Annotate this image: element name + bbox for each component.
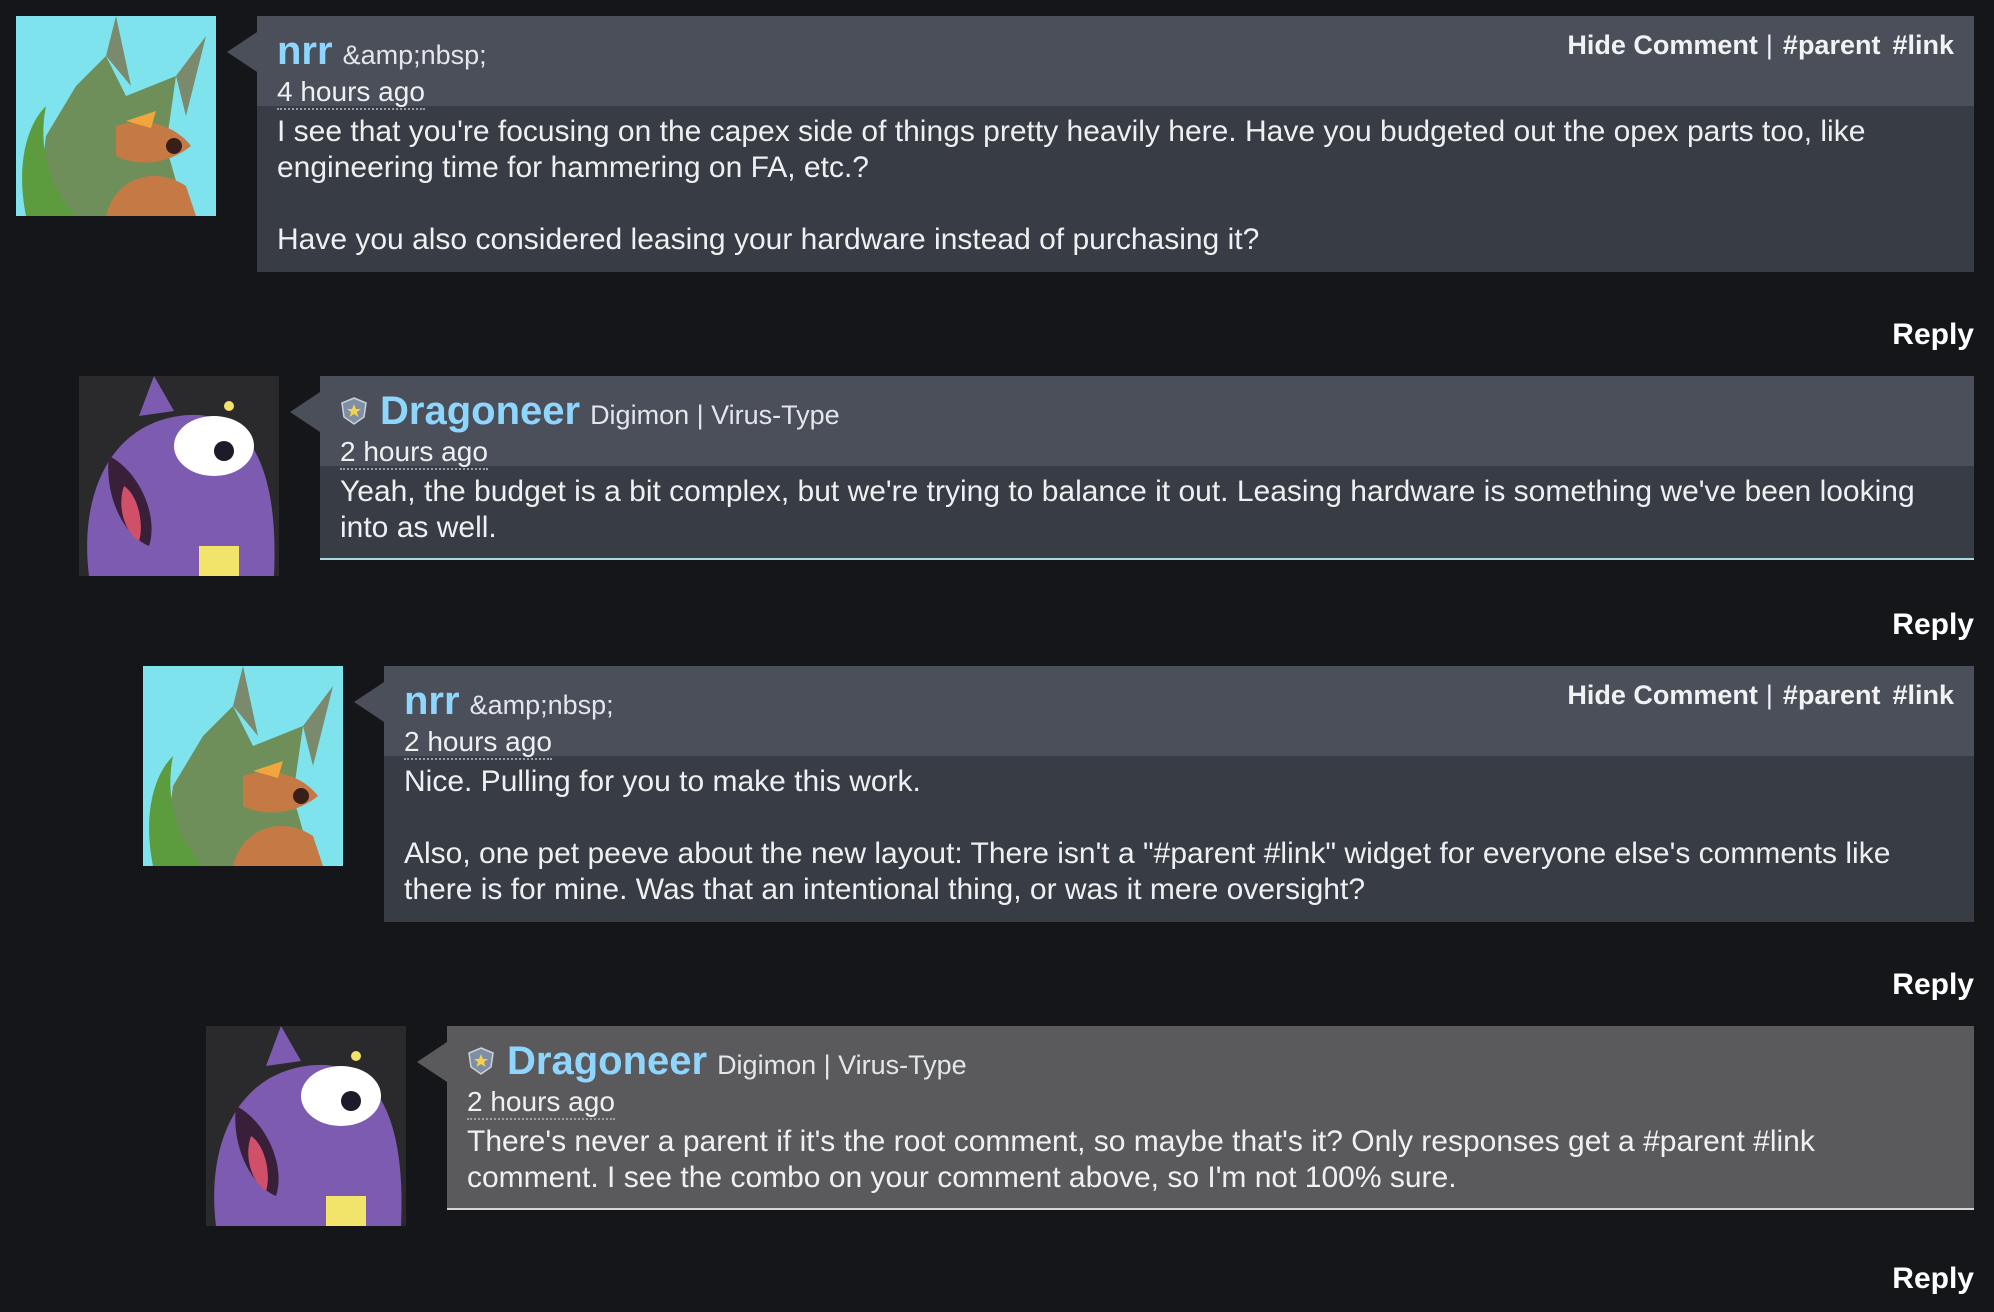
fox-avatar-icon: [143, 666, 343, 866]
username[interactable]: Dragoneer: [380, 390, 580, 432]
username[interactable]: Dragoneer: [507, 1040, 707, 1082]
staff-badge-icon: [468, 1047, 494, 1075]
comment-body: I see that you're focusing on the capex …: [257, 106, 1974, 272]
comment-bubble: Dragoneer Digimon | Virus-Type 2 hours a…: [417, 1026, 1974, 1210]
timestamp[interactable]: 2 hours ago: [467, 1086, 615, 1120]
comment: Dragoneer Digimon | Virus-Type 2 hours a…: [206, 1026, 1974, 1306]
separator: |: [1765, 30, 1773, 60]
avatar[interactable]: [16, 16, 216, 216]
comment-paragraph: Nice. Pulling for you to make this work.: [404, 765, 921, 798]
comment-body: There's never a parent if it's the root …: [447, 1116, 1974, 1210]
comment: nrr &amp;nbsp; 4 hours ago Hide Comment |…: [16, 16, 1974, 360]
comment-bubble: nrr &amp;nbsp; 2 hours ago Hide Comment |…: [354, 666, 1974, 922]
comment-header: Dragoneer Digimon | Virus-Type 2 hours a…: [320, 376, 1974, 470]
timestamp[interactable]: 2 hours ago: [340, 436, 488, 470]
comment-header: nrr &amp;nbsp; 4 hours ago Hide Comment |…: [257, 16, 1974, 110]
hide-comment-link[interactable]: Hide Comment: [1567, 30, 1758, 60]
comment: nrr &amp;nbsp; 2 hours ago Hide Comment |…: [143, 666, 1974, 1006]
comment-header: nrr &amp;nbsp; 2 hours ago Hide Comment |…: [384, 666, 1974, 760]
username[interactable]: nrr: [404, 680, 460, 722]
comment-paragraph: Yeah, the budget is a bit complex, but w…: [340, 475, 1915, 544]
avatar[interactable]: [143, 666, 343, 866]
dragon-avatar-icon: [79, 376, 279, 576]
comment-paragraph: Also, one pet peeve about the new layout…: [404, 837, 1891, 906]
reply-link[interactable]: Reply: [1892, 968, 1974, 1002]
comment-paragraph: I see that you're focusing on the capex …: [277, 115, 1866, 184]
comment-paragraph: There's never a parent if it's the root …: [467, 1125, 1815, 1194]
timestamp[interactable]: 4 hours ago: [277, 76, 425, 110]
name-row: Dragoneer Digimon | Virus-Type: [467, 1040, 1954, 1082]
avatar[interactable]: [79, 376, 279, 576]
parent-link[interactable]: #parent: [1783, 30, 1881, 60]
user-title: &amp;nbsp;: [342, 40, 487, 70]
comment-bubble: Dragoneer Digimon | Virus-Type 2 hours a…: [290, 376, 1974, 560]
comment-paragraph: Have you also considered leasing your ha…: [277, 223, 1260, 256]
parent-link[interactable]: #parent: [1783, 680, 1881, 710]
user-title: &amp;nbsp;: [469, 690, 614, 720]
staff-badge-icon: [341, 397, 367, 425]
reply-link[interactable]: Reply: [1892, 1262, 1974, 1296]
permalink-link[interactable]: #link: [1892, 30, 1954, 60]
fox-avatar-icon: [16, 16, 216, 216]
reply-link[interactable]: Reply: [1892, 318, 1974, 352]
comment-body: Nice. Pulling for you to make this work.…: [384, 756, 1974, 922]
separator: |: [1765, 680, 1773, 710]
timestamp[interactable]: 2 hours ago: [404, 726, 552, 760]
comment-header: Dragoneer Digimon | Virus-Type 2 hours a…: [447, 1026, 1974, 1120]
user-title: Digimon | Virus-Type: [717, 1050, 967, 1080]
comment-links: Hide Comment | #parent #link: [1567, 30, 1954, 61]
comment-body: Yeah, the budget is a bit complex, but w…: [320, 466, 1974, 560]
permalink-link[interactable]: #link: [1892, 680, 1954, 710]
name-row: Dragoneer Digimon | Virus-Type: [340, 390, 1954, 432]
comment: Dragoneer Digimon | Virus-Type 2 hours a…: [79, 376, 1974, 646]
username[interactable]: nrr: [277, 30, 333, 72]
comment-bubble: nrr &amp;nbsp; 4 hours ago Hide Comment |…: [227, 16, 1974, 272]
hide-comment-link[interactable]: Hide Comment: [1567, 680, 1758, 710]
avatar[interactable]: [206, 1026, 406, 1226]
dragon-avatar-icon: [206, 1026, 406, 1226]
reply-link[interactable]: Reply: [1892, 608, 1974, 642]
user-title: Digimon | Virus-Type: [590, 400, 840, 430]
comment-links: Hide Comment | #parent #link: [1567, 680, 1954, 711]
